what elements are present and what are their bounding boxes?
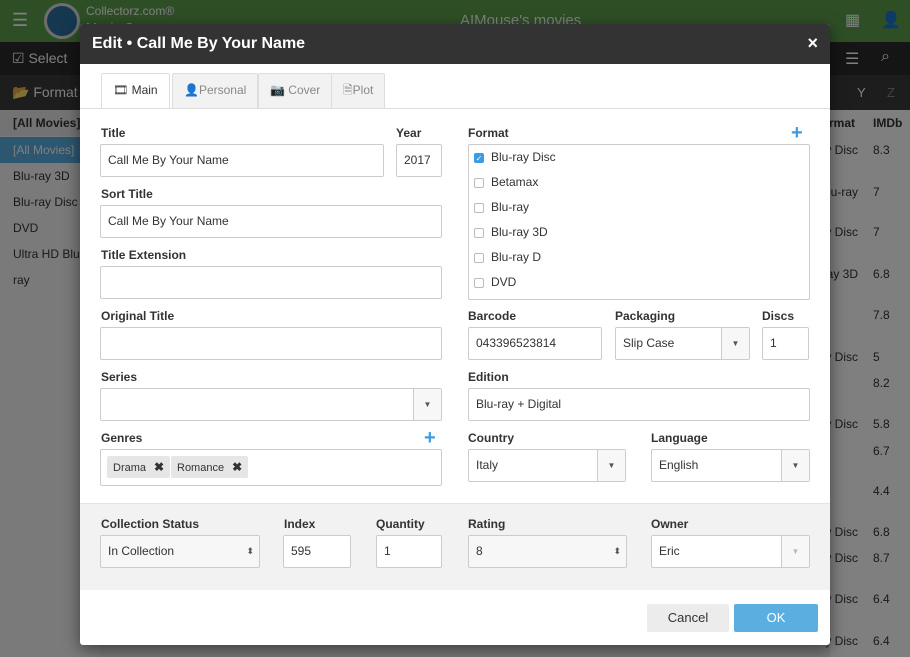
checkbox[interactable] [474, 178, 484, 188]
owner-select[interactable]: Eric ▼ [651, 535, 810, 568]
language-label: Language [651, 431, 708, 445]
barcode-input[interactable]: 043396523814 [468, 327, 602, 360]
discs-input[interactable]: 1 [762, 327, 809, 360]
format-option[interactable]: ✓ Blu-ray Disc [469, 145, 556, 170]
language-select[interactable]: English ▼ [651, 449, 810, 482]
rating-value: 8 [476, 544, 483, 558]
quantity-label: Quantity [376, 517, 425, 531]
owner-label: Owner [651, 517, 689, 531]
dialog-title: Edit • Call Me By Your Name [92, 35, 306, 52]
format-option-label: Blu-ray D [491, 250, 542, 264]
tab-main[interactable]: 🎞 Main [101, 73, 170, 109]
remove-tag-icon[interactable]: ✖ [154, 460, 164, 474]
tab-label: Plot [352, 83, 374, 97]
genre-tag: Drama ✖ [107, 456, 171, 478]
owner-value: Eric [659, 544, 680, 558]
rating-select[interactable]: 8 ⬍ [468, 535, 627, 568]
title-extension-input[interactable] [100, 266, 442, 299]
remove-tag-icon[interactable]: ✖ [232, 460, 242, 474]
genre-tag-label: Drama [113, 462, 147, 474]
tab-cover[interactable]: 📷 Cover [258, 73, 333, 108]
tab-label: Main [131, 83, 158, 97]
collection-status-select[interactable]: In Collection ⬍ [100, 535, 260, 568]
country-label: Country [468, 431, 514, 445]
format-option-label: Blu-ray 3D [491, 225, 548, 239]
add-format-icon[interactable]: + [791, 123, 803, 143]
format-option[interactable]: Betamax [469, 170, 538, 195]
format-label: Format [468, 126, 509, 140]
caret-down-icon[interactable]: ▼ [721, 328, 749, 359]
genres-label: Genres [101, 431, 143, 445]
format-option[interactable]: Blu-ray 3D [469, 220, 548, 245]
format-option[interactable]: DVD [469, 270, 516, 295]
original-title-label: Original Title [101, 309, 175, 323]
caret-down-icon[interactable]: ▼ [413, 389, 441, 420]
tab-label: Cover [288, 83, 321, 97]
packaging-value: Slip Case [623, 336, 675, 350]
camera-icon: 📷 [270, 83, 285, 97]
dialog-header: Edit • Call Me By Your Name × [80, 24, 830, 64]
original-title-input[interactable] [100, 327, 442, 360]
user-icon: 👤 [184, 83, 199, 97]
index-label: Index [284, 517, 316, 531]
title-extension-label: Title Extension [101, 248, 187, 262]
collection-status-value: In Collection [108, 544, 175, 558]
packaging-label: Packaging [615, 309, 676, 323]
collection-status-label: Collection Status [101, 517, 200, 531]
file-icon: 🗎 [343, 83, 353, 97]
country-value: Italy [476, 458, 499, 472]
format-option-label: Betamax [491, 175, 539, 189]
rating-label: Rating [468, 517, 506, 531]
genre-tag-label: Romance [177, 462, 225, 474]
year-input[interactable]: 2017 [396, 144, 442, 177]
genre-tag: Romance ✖ [171, 456, 249, 478]
sort-title-input[interactable]: Call Me By Your Name [100, 205, 442, 238]
country-select[interactable]: Italy ▼ [468, 449, 626, 482]
caret-down-icon[interactable]: ▼ [597, 450, 625, 481]
tab-plot[interactable]: 🗎Plot [331, 73, 386, 108]
format-option-label: Blu-ray [491, 200, 530, 214]
series-input[interactable]: ▼ [100, 388, 442, 421]
ok-button[interactable]: OK [734, 604, 818, 632]
series-label: Series [101, 370, 138, 384]
updown-icon: ⬍ [613, 546, 621, 556]
checkbox[interactable] [474, 228, 484, 238]
format-option[interactable]: Blu-ray D [469, 245, 541, 270]
add-genre-icon[interactable]: + [424, 428, 436, 448]
sort-title-label: Sort Title [101, 187, 153, 201]
caret-down-icon[interactable]: ▼ [781, 450, 809, 481]
genres-input[interactable]: Drama ✖ Romance ✖ [100, 449, 442, 486]
packaging-select[interactable]: Slip Case ▼ [615, 327, 750, 360]
format-option-label: DVD [491, 275, 517, 289]
checkbox[interactable] [474, 278, 484, 288]
format-list: ✓ Blu-ray Disc Betamax Blu-ray Blu-ray 3D Blu… [468, 144, 810, 300]
checkbox[interactable] [474, 203, 484, 213]
format-option[interactable]: Blu-ray [469, 195, 529, 220]
quantity-input[interactable]: 1 [376, 535, 442, 568]
checkbox[interactable]: ✓ [474, 153, 484, 163]
checkbox[interactable] [474, 253, 484, 263]
film-icon: 🎞 [113, 83, 129, 97]
caret-down-icon[interactable]: ▼ [781, 536, 809, 567]
edition-input[interactable]: Blu-ray + Digital [468, 388, 810, 421]
year-label: Year [396, 126, 422, 140]
language-value: English [659, 458, 699, 472]
title-label: Title [101, 126, 126, 140]
tab-personal[interactable]: 👤Personal [172, 73, 259, 108]
title-input[interactable]: Call Me By Your Name [100, 144, 384, 177]
edition-label: Edition [468, 370, 509, 384]
cancel-button[interactable]: Cancel [647, 604, 729, 632]
format-option-label: Blu-ray Disc [491, 150, 556, 164]
discs-label: Discs [762, 309, 795, 323]
tab-label: Personal [198, 83, 247, 97]
close-icon[interactable]: × [807, 33, 818, 54]
barcode-label: Barcode [468, 309, 517, 323]
tab-divider [80, 108, 830, 109]
edit-dialog: Edit • Call Me By Your Name × 🎞 Main 👤Pe… [80, 24, 830, 645]
updown-icon: ⬍ [246, 546, 254, 556]
index-input[interactable]: 595 [283, 535, 351, 568]
